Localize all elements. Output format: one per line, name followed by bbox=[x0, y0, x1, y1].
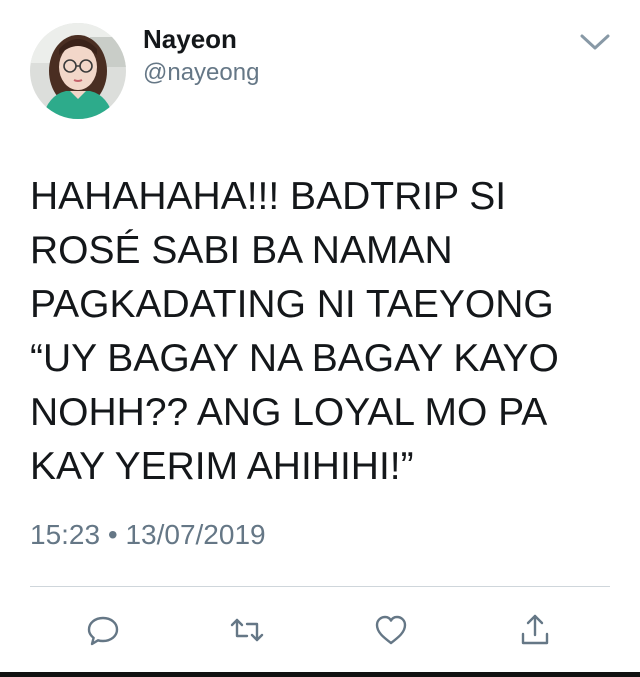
reply-icon[interactable] bbox=[85, 612, 121, 648]
tweet-card: Nayeon @nayeong HAHAHAHA!!! BADTRIP SI R… bbox=[0, 0, 640, 677]
heart-icon[interactable] bbox=[373, 612, 409, 648]
tweet-time: 15:23 bbox=[30, 519, 101, 550]
action-bar bbox=[0, 600, 640, 660]
retweet-icon[interactable] bbox=[229, 612, 265, 648]
tweet-timestamp[interactable]: 15:23 • 13/07/2019 bbox=[30, 517, 266, 553]
display-name[interactable]: Nayeon bbox=[143, 22, 237, 56]
avatar[interactable] bbox=[30, 23, 126, 119]
divider bbox=[30, 586, 610, 587]
avatar-image bbox=[30, 23, 126, 119]
chevron-down-icon[interactable] bbox=[576, 26, 614, 56]
share-icon[interactable] bbox=[517, 612, 553, 648]
bottom-border bbox=[0, 672, 640, 677]
timestamp-separator: • bbox=[107, 519, 118, 550]
tweet-text: HAHAHAHA!!! BADTRIP SI ROSÉ SABI BA NAMA… bbox=[30, 175, 559, 488]
user-handle[interactable]: @nayeong bbox=[143, 58, 259, 88]
tweet-date: 13/07/2019 bbox=[125, 519, 266, 550]
